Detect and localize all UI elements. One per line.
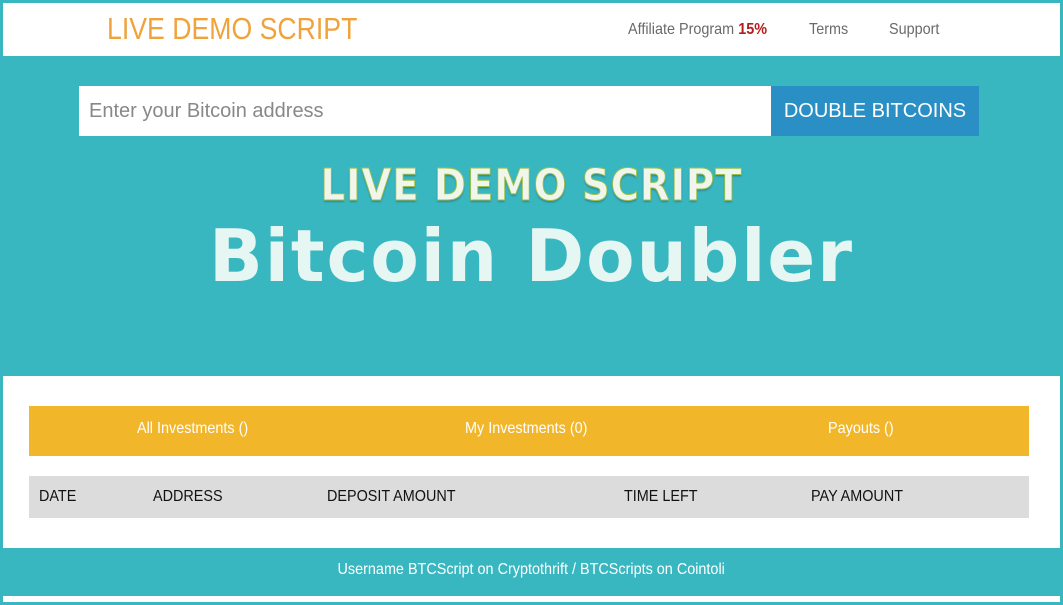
- column-header-address: ADDRESS: [153, 488, 223, 505]
- footer-text-wrap: Username BTCScript on Cryptothrift / BTC…: [3, 561, 1060, 579]
- tab-my-investments[interactable]: My Investments (0): [465, 420, 587, 438]
- hero-title-line2: Bitcoin Doubler: [208, 214, 854, 298]
- column-header-time-left: TIME LEFT: [624, 488, 698, 505]
- nav-terms[interactable]: Terms: [809, 21, 848, 39]
- footer-text: Username BTCScript on Cryptothrift / BTC…: [337, 561, 726, 578]
- affiliate-percent: 15%: [738, 21, 768, 38]
- nav-support[interactable]: Support: [889, 21, 939, 39]
- column-header-deposit-amount: DEPOSIT AMOUNT: [327, 488, 456, 505]
- nav-affiliate-program[interactable]: Affiliate Program 15%: [628, 21, 767, 39]
- double-bitcoins-button[interactable]: DOUBLE BITCOINS: [771, 86, 979, 136]
- tab-payouts[interactable]: Payouts (): [828, 420, 894, 438]
- bottom-divider: [3, 596, 1060, 602]
- investment-tabs: All Investments () My Investments (0) Pa…: [29, 406, 1029, 456]
- bitcoin-address-input[interactable]: [79, 86, 771, 136]
- nav-links: Affiliate Program 15% Terms Support: [3, 21, 1060, 45]
- tab-all-investments[interactable]: All Investments (): [137, 420, 248, 438]
- top-navbar: LIVE DEMO SCRIPT Affiliate Program 15% T…: [3, 3, 1060, 56]
- table-header: DATE ADDRESS DEPOSIT AMOUNT TIME LEFT PA…: [29, 476, 1029, 518]
- column-header-date: DATE: [39, 488, 77, 505]
- double-form: DOUBLE BITCOINS: [79, 86, 979, 136]
- column-header-pay-amount: PAY AMOUNT: [811, 488, 904, 505]
- footer: Username BTCScript on Cryptothrift / BTC…: [3, 548, 1060, 596]
- investments-panel: All Investments () My Investments (0) Pa…: [3, 376, 1060, 548]
- hero-title-line1: LIVE DEMO SCRIPT: [320, 160, 743, 212]
- affiliate-label: Affiliate Program: [628, 21, 735, 38]
